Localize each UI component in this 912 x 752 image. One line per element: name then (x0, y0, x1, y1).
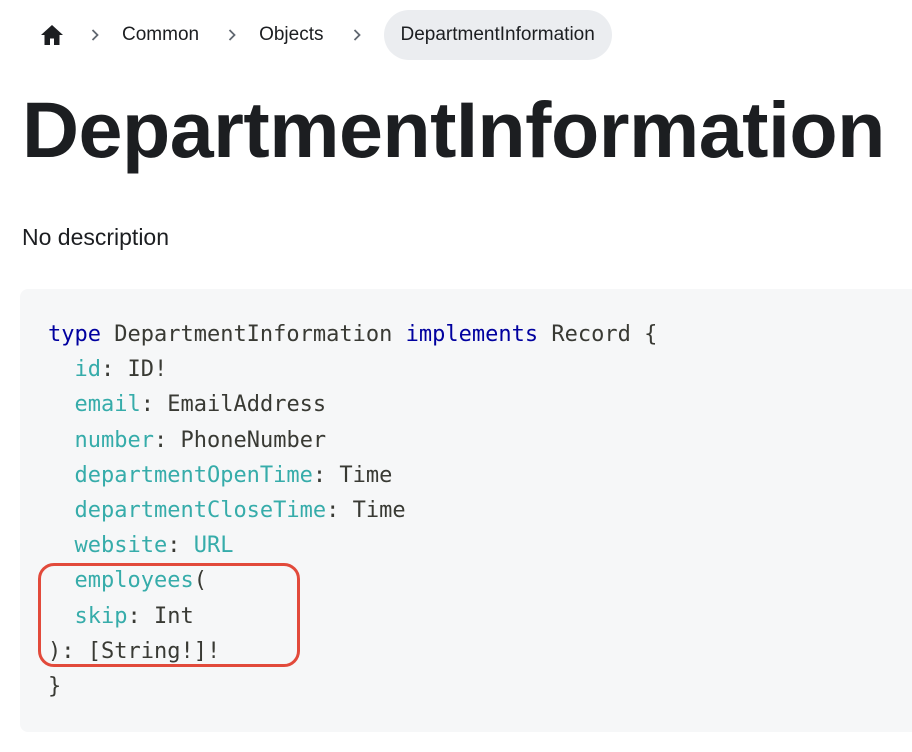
page-description: No description (22, 224, 170, 250)
close-brace: } (48, 674, 62, 700)
home-icon (41, 25, 63, 45)
field-name: website (74, 533, 168, 559)
breadcrumb-current: DepartmentInformation (383, 10, 612, 60)
breadcrumb-home[interactable] (28, 11, 76, 59)
breadcrumb-item-objects[interactable]: Objects (251, 11, 337, 59)
field-name: email (74, 392, 141, 418)
type-name: DepartmentInformation (114, 322, 393, 347)
field-name: departmentCloseTime (74, 498, 327, 524)
open-brace: { (644, 322, 658, 347)
interface-name: Record (551, 322, 631, 347)
field-type: URL (193, 533, 234, 559)
field-type: EmailAddress (167, 392, 327, 418)
employees-field-name: employees (74, 568, 194, 594)
code-block: type DepartmentInformation implements Re… (20, 289, 912, 732)
breadcrumb: Common Objects DepartmentInformation (28, 10, 612, 60)
open-paren: ( (193, 568, 207, 594)
chevron-right-icon (76, 11, 114, 59)
page-title: DepartmentInformation (22, 85, 885, 174)
type-keyword: type (48, 322, 101, 347)
argument-type: Int (153, 603, 194, 629)
implements-keyword: implements (405, 322, 539, 347)
field-type: PhoneNumber (180, 427, 327, 453)
field-type: Time (352, 498, 406, 524)
chevron-right-icon (213, 11, 251, 59)
field-name: departmentOpenTime (74, 462, 313, 488)
field-name: id (74, 357, 102, 383)
field-type: ID! (127, 357, 168, 383)
chevron-right-icon (338, 11, 376, 59)
field-name: number (74, 427, 154, 453)
field-type: Time (339, 462, 393, 488)
graphql-schema-code: type DepartmentInformation implements Re… (48, 322, 658, 700)
argument-name: skip (74, 603, 128, 629)
return-type: ): [String!]! (48, 638, 221, 664)
breadcrumb-item-common[interactable]: Common (114, 11, 213, 59)
